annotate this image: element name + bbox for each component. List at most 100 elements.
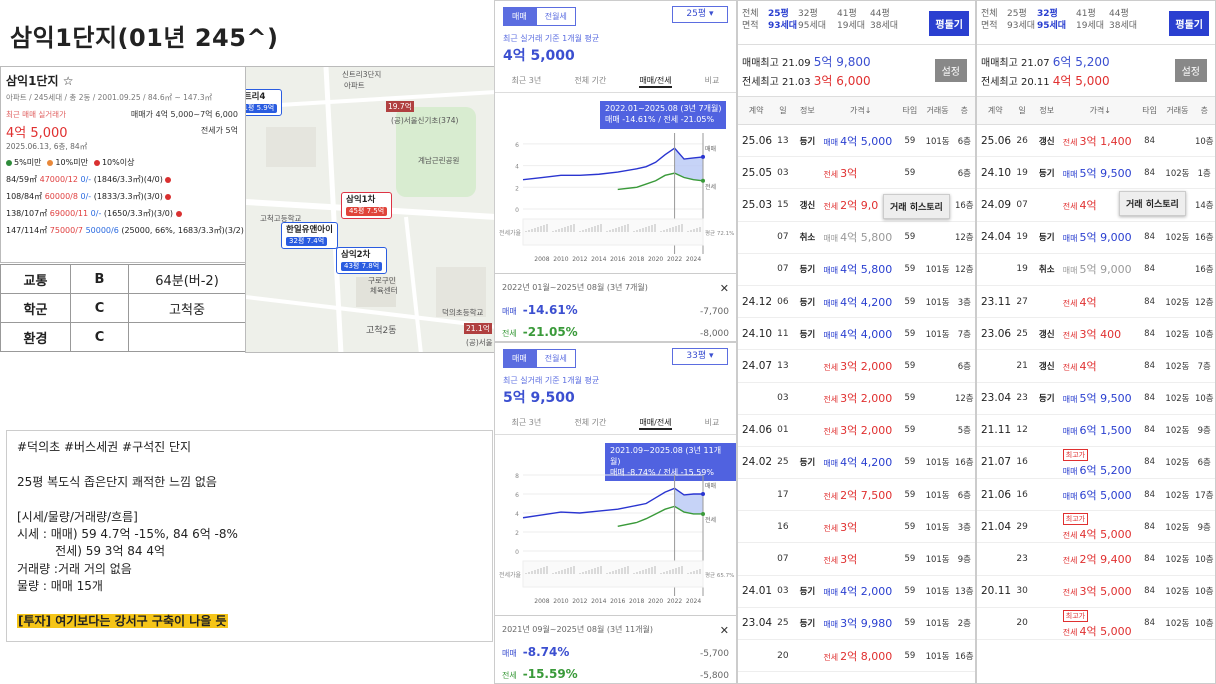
table-row[interactable]: 07 취소 매매 4억 5,800 59 12층 <box>738 221 975 254</box>
tab-sale-jeonse[interactable]: 매매/전세 <box>639 417 672 430</box>
table-row[interactable]: 25.05 03 전세 3억 59 6층 <box>738 156 975 190</box>
column-header[interactable]: 일 <box>1013 96 1031 125</box>
tab-rent[interactable]: 전월세 <box>535 349 576 368</box>
map-pin-sintree4[interactable]: 신트리421평 5.9억 <box>246 89 283 117</box>
settings-button[interactable]: 설정 <box>1174 59 1207 82</box>
price-line-chart[interactable]: 8 6 4 2 0 매매전세전세가율 평균 65.7% 2008 2010 2012 2014 201… <box>495 471 737 611</box>
grade-key: 교통 <box>0 264 71 294</box>
table-row[interactable]: 21.04 29 최고가 전세 4억 5,000 84 102동 9층 <box>977 510 1215 544</box>
tab-all-period[interactable]: 전체 기간 <box>574 417 606 430</box>
tab-compare[interactable]: 비교 <box>705 75 720 88</box>
tab-compare[interactable]: 비교 <box>705 417 720 430</box>
table-row[interactable]: 24.10 11 등기 매매 4억 4,000 59 101동 7층 <box>738 317 975 351</box>
complex-name[interactable]: 삼익1단지 ☆ <box>6 72 240 89</box>
table-row[interactable]: 23.06 25 갱신 전세 3억 400 84 102동 10층 <box>977 317 1215 351</box>
trade-history-popup[interactable]: 거래 히스토리 <box>883 194 950 219</box>
table-row[interactable]: 19 취소 매매 5억 9,000 84 16층 <box>977 253 1215 286</box>
area-tab-p25[interactable]: 25평 93세대 <box>768 9 797 32</box>
investment-memo: #덕의초 #버스세권 #구석진 단지 25평 복도식 좁은단지 쾌적한 느낌 없… <box>6 430 493 642</box>
x-tick-label: 2020 <box>648 598 663 605</box>
table-row[interactable]: 21.07 16 최고가 매매 6억 5,200 84 102동 6층 <box>977 446 1215 480</box>
sale-change-pct: -8.74% <box>522 645 570 659</box>
table-row[interactable]: 21 갱신 전세 4억 84 102동 7층 <box>977 349 1215 383</box>
column-header[interactable]: 타입 <box>898 96 922 125</box>
table-row[interactable]: 24.01 03 등기 매매 4억 2,000 59 101동 13층 <box>738 575 975 608</box>
legend-item: 10%이상 <box>93 157 134 168</box>
tab-rent[interactable]: 전월세 <box>535 7 576 26</box>
column-header[interactable]: 정보 <box>791 96 824 125</box>
table-row[interactable]: 25.06 26 갱신 전세 3억 1,400 84 10층 <box>977 124 1215 158</box>
filter-all[interactable]: 전체 면적 <box>981 9 998 32</box>
tab-sale-jeonse[interactable]: 매매/전세 <box>639 75 672 88</box>
area-tab-p32[interactable]: 32평 95세대 <box>798 9 826 32</box>
table-row[interactable]: 23 전세 2억 9,400 84 102동 10층 <box>977 542 1215 576</box>
table-row[interactable]: 03 전세 3억 2,000 59 12층 <box>738 382 975 415</box>
map-pin-samik2[interactable]: 삼익2차 43평 7.8억 <box>336 247 388 275</box>
tab-sale[interactable]: 매매 <box>503 349 536 368</box>
area-tab-p44[interactable]: 44평 38세대 <box>870 9 898 32</box>
sale-point <box>701 154 705 159</box>
table-row[interactable]: 24.06 01 전세 3억 2,000 59 5층 <box>738 414 975 447</box>
column-header[interactable]: 일 <box>774 96 792 125</box>
table-row[interactable]: 20.11 30 전세 3억 5,000 84 102동 10층 <box>977 575 1215 608</box>
column-header[interactable]: 거래동 <box>921 96 954 125</box>
map-pin-hanil[interactable]: 한일유앤아이 32평 7.4억 <box>281 222 338 250</box>
tab-sale[interactable]: 매매 <box>503 7 536 26</box>
legend-item: 5%미만 <box>6 157 41 168</box>
map-label: 덕의초등학교 <box>442 308 484 317</box>
column-header[interactable]: 층 <box>953 96 975 125</box>
table-row[interactable]: 20 전세 2억 8,000 59 101동 16층 <box>738 639 975 673</box>
map-pin-samik1[interactable]: 삼익1차 45평 7.5억 <box>341 192 393 220</box>
area-tab-p32[interactable]: 32평 95세대 <box>1037 9 1066 32</box>
area-tab-p41[interactable]: 41평 19세대 <box>1076 9 1104 32</box>
table-row[interactable]: 23.04 25 등기 매매 3억 9,980 59 101동 2층 <box>738 607 975 641</box>
trade-history-popup[interactable]: 거래 히스토리 <box>1119 191 1186 216</box>
column-header[interactable]: 가격↓ <box>1062 96 1138 125</box>
x-tick-label: 2016 <box>610 256 625 263</box>
x-tick-label: 2012 <box>572 256 587 263</box>
legend-jeonse: 전세 <box>705 183 716 191</box>
table-row[interactable]: 07 전세 3억 59 101동 9층 <box>738 542 975 576</box>
column-header[interactable]: 타입 <box>1137 96 1162 125</box>
column-header[interactable]: 가격↓ <box>823 96 899 125</box>
table-row[interactable]: 24.12 06 등기 매매 4억 4,200 59 101동 3층 <box>738 285 975 319</box>
table-row[interactable]: 25.06 13 등기 매매 4억 5,000 59 101동 6층 <box>738 124 975 158</box>
settings-button[interactable]: 설정 <box>934 59 967 82</box>
table-row[interactable]: 24.02 25 등기 매매 4억 4,200 59 101동 16층 <box>738 446 975 480</box>
table-row[interactable]: 24.07 13 전세 3억 2,000 59 6층 <box>738 349 975 383</box>
tab-recent-3y[interactable]: 최근 3년 <box>512 417 542 430</box>
table-row[interactable]: 23.04 23 등기 매매 5억 9,500 84 102동 10층 <box>977 382 1215 415</box>
area-tab-p41[interactable]: 41평 19세대 <box>837 9 865 32</box>
table-row[interactable]: 21.11 12 매매 6억 1,500 84 102동 9층 <box>977 414 1215 447</box>
table-row[interactable]: 23.11 27 전세 4억 84 102동 12층 <box>977 285 1215 319</box>
table-row[interactable]: 17 전세 2억 7,500 59 101동 6층 <box>738 478 975 512</box>
close-icon[interactable]: ✕ <box>720 282 729 295</box>
area-select[interactable]: 33평 ▾ <box>672 348 728 365</box>
tab-recent-3y[interactable]: 최근 3년 <box>512 75 542 88</box>
pyeong-toggle-button[interactable]: 평둘기 <box>1169 11 1209 36</box>
column-header[interactable]: 정보 <box>1030 96 1063 125</box>
area-select[interactable]: 25평 ▾ <box>672 6 728 23</box>
column-header[interactable]: 거래동 <box>1161 96 1194 125</box>
price-marker[interactable]: 21.1억 <box>464 323 492 334</box>
pyeong-toggle-button[interactable]: 평둘기 <box>929 11 969 36</box>
location-map[interactable]: 신트리3단지 아파트 (공)서울신기초(374) 계남근린공원 고척고등학교 구… <box>245 66 495 353</box>
column-header[interactable]: 계약 <box>977 96 1014 125</box>
filter-all[interactable]: 전체 면적 <box>742 9 759 32</box>
tab-all-period[interactable]: 전체 기간 <box>574 75 606 88</box>
area-tab-p44[interactable]: 44평 38세대 <box>1109 9 1137 32</box>
area-tab-p25[interactable]: 25평 93세대 <box>1007 9 1035 32</box>
price-marker[interactable]: 19.7억 <box>386 101 414 112</box>
price-line-chart[interactable]: 6 4 2 0 매매전세전세가율 평균 72.1% 2008 2010 2012 2014 2016… <box>495 129 737 269</box>
table-row[interactable]: 20 최고가 전세 4억 5,000 84 102동 10층 <box>977 607 1215 641</box>
column-header[interactable]: 층 <box>1193 96 1215 125</box>
table-row[interactable]: 07 등기 매매 4억 5,800 59 101동 12층 <box>738 253 975 286</box>
table-row[interactable]: 21.06 16 매매 6억 5,000 84 102동 17층 <box>977 478 1215 512</box>
table-row[interactable]: 16 전세 3억 59 101동 3층 <box>738 510 975 544</box>
column-header[interactable]: 계약 <box>738 96 775 125</box>
close-icon[interactable]: ✕ <box>720 624 729 637</box>
grade-key: 학군 <box>0 293 71 323</box>
area-filter-header: 전체 면적 25평 93세대 32평 95세대 41평 19세대 44평 38세대 평둘기 <box>977 1 1215 45</box>
table-row[interactable]: 24.04 19 등기 매매 5억 9,000 84 102동 16층 <box>977 221 1215 254</box>
table-row[interactable]: 24.10 19 등기 매매 5억 9,500 84 102동 1층 <box>977 156 1215 190</box>
